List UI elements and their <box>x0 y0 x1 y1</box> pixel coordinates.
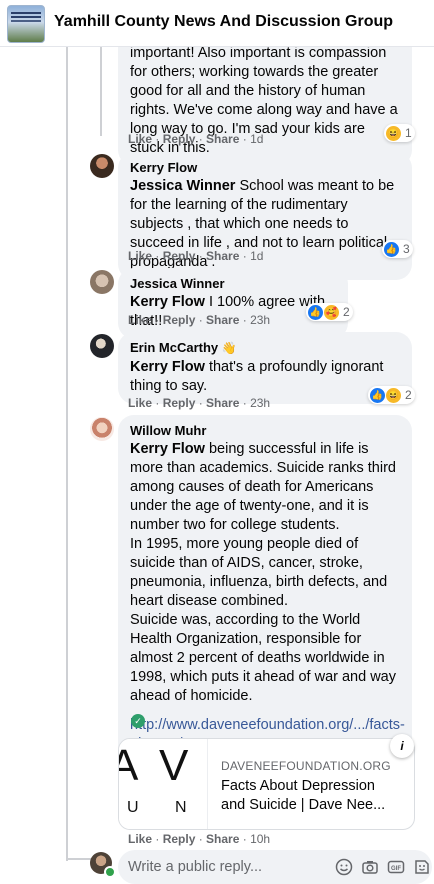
haha-reaction-icon: 😆 <box>386 387 401 403</box>
reply-button[interactable]: Reply <box>163 832 196 846</box>
camera-icon[interactable] <box>361 858 379 876</box>
group-header: Yamhill County News And Discussion Group <box>0 0 434 47</box>
share-button[interactable]: Share <box>206 313 239 327</box>
care-reaction-icon: 🥰 <box>324 304 339 320</box>
comment-actions: Like · Reply · Share · 23h <box>128 313 271 327</box>
comment-author[interactable]: Jessica Winner <box>130 275 336 292</box>
share-button[interactable]: Share <box>206 249 239 263</box>
emoji-icon[interactable] <box>335 858 353 876</box>
reply-input[interactable] <box>128 859 278 875</box>
reply-composer[interactable]: GIF <box>118 850 432 884</box>
share-button[interactable]: Share <box>206 396 239 410</box>
group-name[interactable]: Yamhill County News And Discussion Group <box>54 13 393 31</box>
like-button[interactable]: Like <box>128 249 152 263</box>
like-reaction-icon: 👍 <box>308 304 323 320</box>
card-title[interactable]: Facts About Depression and Suicide | Dav… <box>221 777 401 815</box>
comment-bubble: Willow Muhr Kerry Flow being successful … <box>118 415 412 778</box>
comment-text: In 1995, more young people died of suici… <box>130 536 388 609</box>
reply-button[interactable]: Reply <box>163 396 196 410</box>
mention-tag[interactable]: Kerry Flow <box>130 359 205 375</box>
avatar[interactable] <box>90 417 114 441</box>
comment-time[interactable]: 1d <box>250 249 263 263</box>
thread-line <box>66 46 68 861</box>
card-domain: DAVENEEFOUNDATION.ORG <box>221 759 391 773</box>
comment-author[interactable]: Willow Muhr <box>130 422 400 439</box>
comment-time[interactable]: 1d <box>250 132 263 146</box>
share-button[interactable]: Share <box>206 832 239 846</box>
check-icon: ✓ <box>131 714 145 728</box>
like-reaction-icon: 👍 <box>370 387 385 403</box>
thread-line <box>100 46 102 136</box>
comment-actions: Like · Reply · Share · 10h <box>128 832 271 846</box>
like-button[interactable]: Like <box>128 396 152 410</box>
comment-actions: Like · Reply · Share · 23h <box>128 396 271 410</box>
like-reaction-icon: 👍 <box>384 241 399 257</box>
info-icon[interactable]: i <box>390 734 414 758</box>
comment-text: Suicide was, according to the World Heal… <box>130 612 396 704</box>
logo-letter: N <box>175 799 187 816</box>
comment-time[interactable]: 23h <box>250 396 270 410</box>
mention-tag[interactable]: Kerry Flow <box>130 294 205 310</box>
reaction-summary[interactable]: 👍 😆 2 <box>368 386 415 404</box>
reaction-count: 2 <box>405 388 412 402</box>
comment-author: Erin McCarthy 👋 <box>130 339 400 357</box>
like-button[interactable]: Like <box>128 132 152 146</box>
reaction-count: 3 <box>403 242 410 256</box>
comment-time[interactable]: 23h <box>250 313 270 327</box>
avatar[interactable] <box>90 270 114 294</box>
link-preview-card[interactable]: A V U N DAVENEEFOUNDATION.ORG Facts Abou… <box>118 738 415 830</box>
like-button[interactable]: Like <box>128 832 152 846</box>
logo-letter: U <box>127 799 139 816</box>
comment-author-name[interactable]: Erin McCarthy <box>130 340 218 355</box>
logo-letter: A <box>119 741 138 791</box>
like-button[interactable]: Like <box>128 313 152 327</box>
reply-button[interactable]: Reply <box>163 249 196 263</box>
svg-text:GIF: GIF <box>391 866 401 872</box>
reply-button[interactable]: Reply <box>163 313 196 327</box>
mention-tag[interactable]: Jessica Winner <box>130 178 235 194</box>
group-cover-thumbnail[interactable] <box>7 5 45 43</box>
haha-reaction-icon: 😆 <box>386 125 401 141</box>
reaction-summary[interactable]: 👍 3 <box>382 240 413 258</box>
wave-badge-icon: 👋 <box>221 341 237 355</box>
comment-author[interactable]: Kerry Flow <box>130 159 400 176</box>
reaction-count: 1 <box>405 126 412 140</box>
comment-actions: Like · Reply · Share · 1d <box>128 132 264 146</box>
avatar[interactable] <box>90 334 114 358</box>
comment-actions: Like · Reply · Share · 1d <box>128 249 264 263</box>
reply-button[interactable]: Reply <box>163 132 196 146</box>
mention-tag[interactable]: Kerry Flow <box>130 441 205 457</box>
reaction-summary[interactable]: 👍 🥰 2 <box>306 303 353 321</box>
share-button[interactable]: Share <box>206 132 239 146</box>
gif-icon[interactable]: GIF <box>387 858 405 876</box>
reaction-count: 2 <box>343 305 350 319</box>
comment-time[interactable]: 10h <box>250 832 270 846</box>
reaction-summary[interactable]: 😆 1 <box>384 124 415 142</box>
sticker-icon[interactable] <box>413 858 431 876</box>
online-status-dot <box>104 866 116 878</box>
site-logo-image: A V U N <box>119 739 208 829</box>
avatar[interactable] <box>90 154 114 178</box>
logo-letter: V <box>159 741 189 790</box>
